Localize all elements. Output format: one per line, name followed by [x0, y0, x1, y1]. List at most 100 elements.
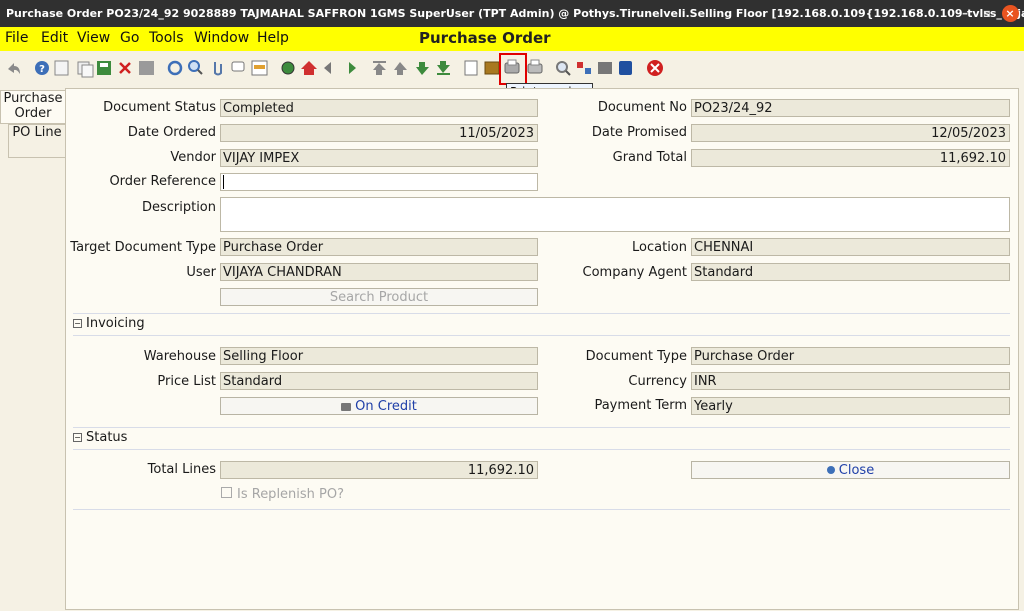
- new-icon[interactable]: [54, 60, 69, 76]
- delete-icon[interactable]: [119, 62, 131, 74]
- zoom-icon[interactable]: [556, 61, 571, 76]
- close-gear-icon: [826, 466, 835, 474]
- menu-tools[interactable]: Tools: [149, 30, 184, 46]
- price-list-label: Price List: [157, 374, 216, 389]
- status-divider: [73, 427, 1010, 428]
- vendor-label: Vendor: [170, 150, 216, 165]
- report-icon[interactable]: [464, 60, 478, 76]
- payment-term-label: Payment Term: [594, 398, 687, 413]
- document-status-field: Completed: [220, 99, 538, 117]
- total-lines-label: Total Lines: [147, 462, 216, 477]
- document-type-field[interactable]: Purchase Order: [691, 347, 1010, 365]
- request-icon[interactable]: [598, 62, 612, 74]
- menu-edit[interactable]: Edit: [41, 30, 68, 46]
- attachment-icon[interactable]: [214, 62, 222, 76]
- home-icon[interactable]: [281, 61, 295, 75]
- invoicing-divider-bottom: [73, 335, 1010, 336]
- menu-view[interactable]: View: [77, 30, 110, 46]
- tab-po-line[interactable]: PO Line: [8, 124, 66, 158]
- chat-icon[interactable]: [231, 61, 245, 72]
- document-type-label: Document Type: [585, 349, 687, 364]
- last-icon[interactable]: [437, 61, 450, 75]
- status-title: Status: [86, 430, 128, 445]
- find-icon[interactable]: [188, 60, 203, 75]
- window-title: Purchase Order PO23/24_92 9028889 TAJMAH…: [6, 7, 1024, 20]
- target-document-type-field[interactable]: Purchase Order: [220, 238, 538, 256]
- warehouse-field[interactable]: Selling Floor: [220, 347, 538, 365]
- date-promised-label: Date Promised: [591, 125, 687, 140]
- on-credit-label: On Credit: [355, 399, 417, 414]
- date-promised-field[interactable]: 12/05/2023: [691, 124, 1010, 142]
- location-field[interactable]: CHENNAI: [691, 238, 1010, 256]
- bottom-divider: [73, 509, 1010, 510]
- collapse-icon[interactable]: −: [73, 319, 82, 328]
- date-ordered-label: Date Ordered: [127, 125, 216, 140]
- date-ordered-field[interactable]: 11/05/2023: [220, 124, 538, 142]
- total-lines-field: 11,692.10: [220, 461, 538, 479]
- search-product-button[interactable]: Search Product: [220, 288, 538, 306]
- text-cursor: [223, 175, 224, 189]
- company-agent-label: Company Agent: [582, 265, 687, 280]
- down-icon[interactable]: [416, 62, 429, 75]
- product-info-icon[interactable]: [619, 61, 632, 75]
- menubar: File Edit View Go Tools Window Help Purc…: [0, 27, 1024, 51]
- on-credit-button[interactable]: On Credit: [220, 397, 538, 415]
- order-reference-input[interactable]: [220, 173, 538, 191]
- next-icon[interactable]: [349, 62, 356, 74]
- currency-field[interactable]: INR: [691, 372, 1010, 390]
- refresh-icon[interactable]: [167, 60, 183, 76]
- window-titlebar: Purchase Order PO23/24_92 9028889 TAJMAH…: [0, 0, 1024, 27]
- description-label: Description: [141, 200, 216, 215]
- first-icon[interactable]: [373, 61, 386, 75]
- document-no-field[interactable]: PO23/24_92: [691, 99, 1010, 117]
- close-label: Close: [838, 463, 875, 478]
- checkbox-icon[interactable]: [221, 487, 232, 498]
- user-label: User: [186, 265, 216, 280]
- invoicing-section-header[interactable]: − Invoicing: [73, 316, 1010, 336]
- maximize-button[interactable]: ▫: [977, 0, 997, 27]
- parent-icon[interactable]: [301, 61, 317, 75]
- document-no-label: Document No: [597, 100, 687, 115]
- location-label: Location: [632, 240, 687, 255]
- save-icon[interactable]: [139, 61, 154, 75]
- print-preview-highlight: [499, 53, 527, 85]
- undo-icon[interactable]: [8, 63, 20, 74]
- exit-icon[interactable]: [647, 60, 663, 76]
- is-replenish-label: Is Replenish PO?: [237, 487, 345, 502]
- app-title: Purchase Order: [419, 29, 551, 47]
- close-window-button[interactable]: ×: [999, 0, 1021, 27]
- minimize-button[interactable]: –: [955, 0, 975, 27]
- collapse-icon[interactable]: −: [73, 433, 82, 442]
- workflow-icon[interactable]: [577, 62, 591, 74]
- close-button[interactable]: Close: [691, 461, 1010, 479]
- payment-term-field[interactable]: Yearly: [691, 397, 1010, 415]
- menu-file[interactable]: File: [5, 30, 28, 46]
- previous-icon[interactable]: [324, 62, 331, 74]
- history-icon[interactable]: [251, 60, 268, 76]
- currency-label: Currency: [628, 374, 687, 389]
- archive-icon[interactable]: [484, 61, 500, 75]
- menu-help[interactable]: Help: [257, 30, 289, 46]
- is-replenish-checkbox[interactable]: Is Replenish PO?: [221, 487, 344, 502]
- status-section-header[interactable]: − Status: [73, 430, 1010, 450]
- invoicing-title: Invoicing: [86, 316, 145, 331]
- up-icon[interactable]: [394, 62, 407, 75]
- price-list-field[interactable]: Standard: [220, 372, 538, 390]
- description-input[interactable]: [220, 197, 1010, 232]
- copy-icon[interactable]: [77, 61, 94, 78]
- order-reference-label: Order Reference: [109, 174, 216, 189]
- help-icon[interactable]: ?: [35, 61, 49, 75]
- tab-purchase-order[interactable]: Purchase Order: [0, 90, 65, 124]
- print-icon[interactable]: [527, 59, 543, 74]
- save-new-icon[interactable]: [97, 61, 111, 75]
- target-document-type-label: Target Document Type: [70, 240, 216, 255]
- menu-go[interactable]: Go: [120, 30, 139, 46]
- menu-window[interactable]: Window: [194, 30, 249, 46]
- vendor-field[interactable]: VIJAY IMPEX: [220, 149, 538, 167]
- invoicing-divider: [73, 313, 1010, 314]
- grand-total-field: 11,692.10: [691, 149, 1010, 167]
- svg-text:?: ?: [39, 64, 45, 75]
- user-field[interactable]: VIJAYA CHANDRAN: [220, 263, 538, 281]
- close-icon: ×: [1001, 5, 1019, 22]
- company-agent-field[interactable]: Standard: [691, 263, 1010, 281]
